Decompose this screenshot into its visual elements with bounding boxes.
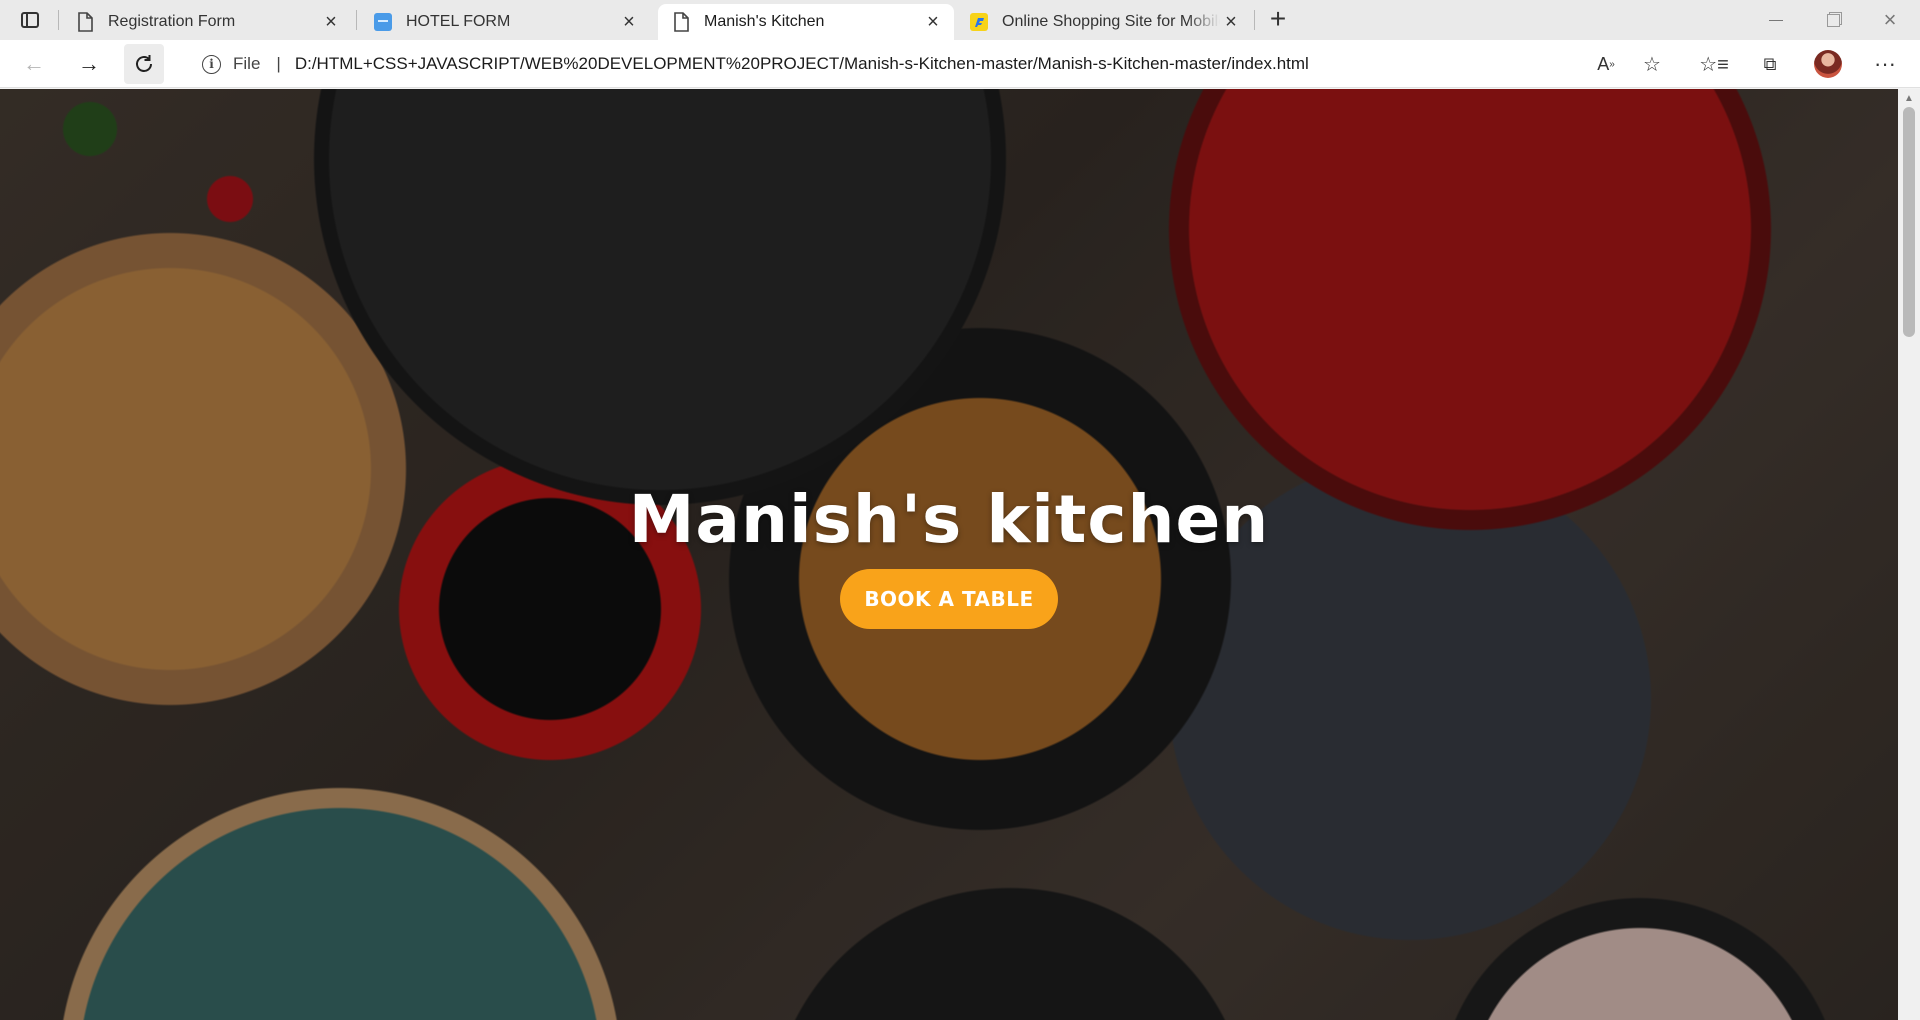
restore-button[interactable] xyxy=(1805,0,1861,40)
tab-registration-form[interactable]: Registration Form × xyxy=(62,4,352,40)
close-icon[interactable]: × xyxy=(922,11,944,33)
tab-title: Registration Form xyxy=(108,13,236,30)
tab-title: HOTEL FORM xyxy=(406,13,511,30)
flipkart-icon xyxy=(970,13,988,31)
page-icon xyxy=(674,12,689,32)
back-button[interactable]: ← xyxy=(14,44,54,84)
forward-button[interactable]: → xyxy=(69,44,109,84)
scheme-label: File xyxy=(233,54,261,73)
read-aloud-icon[interactable]: A» xyxy=(1586,44,1626,84)
minimize-button[interactable] xyxy=(1748,0,1804,40)
url-text[interactable]: D:/HTML+CSS+JAVASCRIPT/WEB%20DEVELOPMENT… xyxy=(295,54,1309,74)
page-scrollbar[interactable]: ▲ xyxy=(1898,89,1920,1020)
tab-hotel-form[interactable]: HOTEL FORM × xyxy=(360,4,650,40)
page-viewport: Manish's kitchen BOOK A TABLE xyxy=(0,89,1898,1020)
address-bar[interactable]: i File | D:/HTML+CSS+JAVASCRIPT/WEB%20DE… xyxy=(180,44,1680,84)
new-tab-button[interactable]: + xyxy=(1264,5,1292,34)
tab-manishs-kitchen[interactable]: Manish's Kitchen × xyxy=(658,4,954,40)
page-icon xyxy=(78,12,93,32)
tab-strip: Registration Form × HOTEL FORM × Manish'… xyxy=(0,0,1920,40)
hotel-site-icon xyxy=(374,13,392,31)
hero-title: Manish's kitchen xyxy=(628,481,1270,558)
tab-title: Online Shopping Site for Mobiles xyxy=(1002,13,1220,30)
add-favorite-icon[interactable]: ☆ xyxy=(1632,44,1672,84)
collections-icon[interactable]: ⧉ xyxy=(1750,44,1790,84)
reload-icon xyxy=(136,55,152,72)
divider: | xyxy=(276,54,281,73)
close-icon[interactable]: × xyxy=(320,11,342,33)
tab-separator xyxy=(58,10,59,30)
scrollbar-thumb[interactable] xyxy=(1903,107,1915,337)
hero-section: Manish's kitchen BOOK A TABLE xyxy=(0,89,1898,1020)
tab-separator xyxy=(356,10,357,30)
scroll-up-arrow-icon[interactable]: ▲ xyxy=(1898,91,1920,105)
more-options-icon[interactable]: ··· xyxy=(1865,44,1905,84)
profile-avatar[interactable] xyxy=(1814,50,1842,78)
close-icon[interactable]: × xyxy=(1220,11,1242,33)
site-info-icon[interactable]: i xyxy=(202,54,221,74)
tab-online-shopping[interactable]: Online Shopping Site for Mobiles × xyxy=(956,4,1252,40)
book-a-table-button[interactable]: BOOK A TABLE xyxy=(840,569,1058,629)
tab-actions-menu-icon[interactable] xyxy=(12,6,48,34)
tab-title: Manish's Kitchen xyxy=(704,13,825,30)
close-icon[interactable]: × xyxy=(618,11,640,33)
favorites-icon[interactable]: ☆≡ xyxy=(1694,44,1734,84)
tab-separator xyxy=(1254,10,1255,30)
reload-button[interactable] xyxy=(124,44,164,84)
window-close-button[interactable]: × xyxy=(1862,0,1918,40)
browser-toolbar: ← → i File | D:/HTML+CSS+JAVASCRIPT/WEB%… xyxy=(0,40,1920,88)
